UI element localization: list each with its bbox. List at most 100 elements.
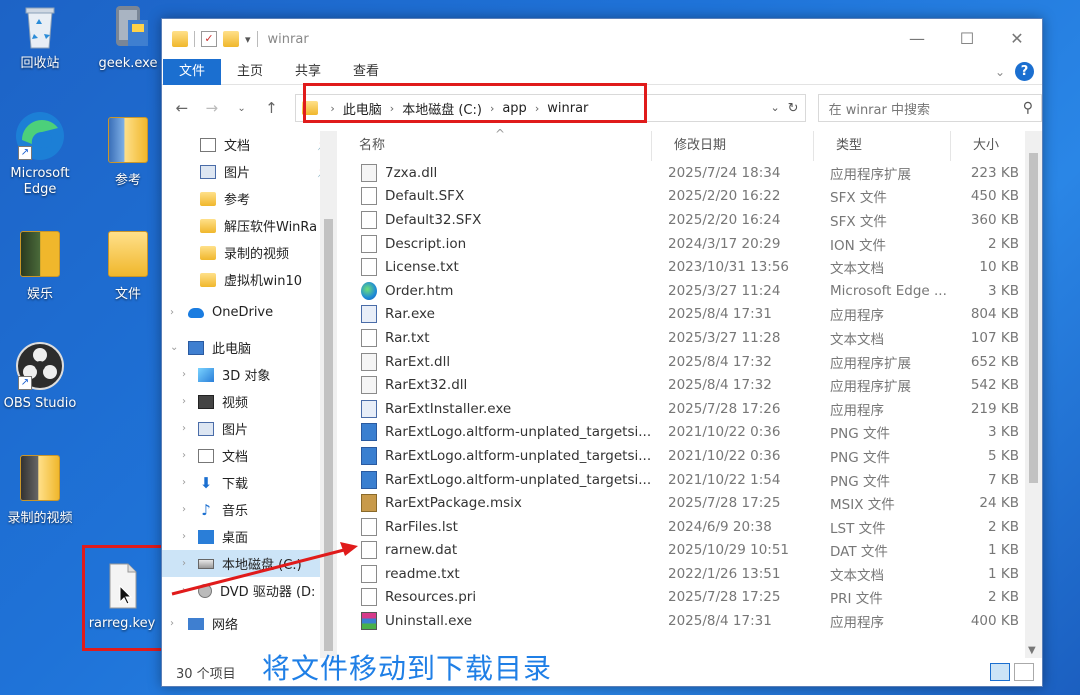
file-row[interactable]: RarExtPackage.msix 2025/7/28 17:25 MSIX 文件… [337, 491, 1042, 515]
breadcrumb-separator-icon[interactable]: › [326, 102, 338, 115]
file-row[interactable]: RarFiles.lst 2024/6/9 20:38 LST 文件 2 KB [337, 515, 1042, 539]
breadcrumb-separator-icon[interactable]: › [386, 102, 398, 115]
forward-button[interactable]: → [202, 99, 222, 117]
desktop-icon-edge[interactable]: ↗ Microsoft Edge [0, 110, 80, 198]
nav-item-music[interactable]: › ♪ 音乐 [162, 496, 337, 523]
tab-share[interactable]: 共享 [279, 59, 337, 85]
desktop-icon-recorded-videos[interactable]: 录制的视频 [0, 452, 80, 527]
desktop-icon-recycle-bin[interactable]: 回收站 [0, 0, 80, 72]
breadcrumb-winrar[interactable]: winrar [543, 101, 592, 116]
file-row[interactable]: RarExt.dll 2025/8/4 17:32 应用程序扩展 652 KB [337, 350, 1042, 374]
file-row[interactable]: Default.SFX 2025/2/20 16:22 SFX 文件 450 KB [337, 185, 1042, 209]
scrollbar-thumb[interactable] [324, 219, 333, 651]
back-button[interactable]: ← [172, 99, 192, 117]
file-row[interactable]: RarExtLogo.altform-unplated_targetsi... 2… [337, 468, 1042, 492]
nav-item-recorded-videos[interactable]: 录制的视频 [162, 239, 337, 266]
tab-home[interactable]: 主页 [221, 59, 279, 85]
geek-app-icon [102, 0, 154, 52]
file-row[interactable]: Rar.exe 2025/8/4 17:31 应用程序 804 KB [337, 303, 1042, 327]
nav-item-pictures-pc[interactable]: › 图片 [162, 415, 337, 442]
file-list-scrollbar[interactable]: ▼ [1025, 131, 1042, 658]
nav-item-downloads[interactable]: › ⬇ 下载 [162, 469, 337, 496]
nav-item-documents-pc[interactable]: › 文档 [162, 442, 337, 469]
nav-item-onedrive[interactable]: › OneDrive [162, 299, 337, 326]
nav-item-winrar-folder[interactable]: 解压软件WinRa [162, 212, 337, 239]
chevron-right-icon[interactable]: › [170, 307, 174, 318]
large-icons-view-button[interactable] [1014, 663, 1034, 681]
recent-locations-icon[interactable]: ⌄ [232, 103, 252, 114]
desktop-icon-yule[interactable]: 娱乐 [0, 228, 80, 303]
chevron-right-icon[interactable]: › [182, 396, 186, 407]
breadcrumb-separator-icon[interactable]: › [486, 102, 498, 115]
file-row[interactable]: Descript.ion 2024/3/17 20:29 ION 文件 2 KB [337, 232, 1042, 256]
nav-item-vm-win10[interactable]: 虚拟机win10 [162, 266, 337, 293]
desktop-icon-wenjian[interactable]: 文件 [88, 228, 168, 303]
column-header-type[interactable]: 类型 [814, 131, 951, 161]
nav-item-documents[interactable]: 文档 📌 [162, 131, 337, 158]
chevron-right-icon[interactable]: › [182, 531, 186, 542]
desktop-icon-cankao[interactable]: 参考 [88, 114, 168, 189]
desktop-icon-geek[interactable]: geek.exe [88, 0, 168, 72]
chevron-right-icon[interactable]: › [182, 369, 186, 380]
desktop-icon-obs[interactable]: ↗ OBS Studio [0, 340, 80, 412]
details-view-button[interactable] [990, 663, 1010, 681]
chevron-down-icon[interactable]: ▾ [245, 33, 251, 46]
file-row[interactable]: Uninstall.exe 2025/8/4 17:31 应用程序 400 KB [337, 609, 1042, 633]
chevron-right-icon[interactable]: › [170, 618, 174, 629]
chevron-right-icon[interactable]: › [182, 504, 186, 515]
nav-scrollbar[interactable] [320, 131, 337, 658]
new-folder-icon[interactable] [223, 31, 239, 47]
file-row[interactable]: RarExtLogo.altform-unplated_targetsi... 2… [337, 444, 1042, 468]
file-row[interactable]: License.txt 2023/10/31 13:56 文本文档 10 KB [337, 255, 1042, 279]
tab-view[interactable]: 查看 [337, 59, 395, 85]
expand-ribbon-icon[interactable]: ⌄ [995, 65, 1005, 79]
help-icon[interactable]: ? [1015, 62, 1034, 81]
nav-item-desktop[interactable]: › 桌面 [162, 523, 337, 550]
file-row[interactable]: 7zxa.dll 2025/7/24 18:34 应用程序扩展 223 KB [337, 161, 1042, 185]
search-input[interactable]: 在 winrar 中搜索 ⚲ [817, 94, 1042, 122]
desktop-icon-rarreg-key[interactable]: rarreg.key [82, 560, 162, 632]
file-date: 2025/3/27 11:24 [668, 282, 781, 299]
chevron-down-icon[interactable]: ⌄ [170, 342, 178, 353]
file-row[interactable]: Resources.pri 2025/7/28 17:25 PRI 文件 2 KB [337, 586, 1042, 610]
file-row[interactable]: Rar.txt 2025/3/27 11:28 文本文档 107 KB [337, 326, 1042, 350]
breadcrumb-app[interactable]: app [498, 101, 530, 116]
chevron-right-icon[interactable]: › [182, 423, 186, 434]
chevron-down-icon[interactable]: ⌄ [770, 101, 779, 116]
file-row[interactable]: RarExtLogo.altform-unplated_targetsi... 2… [337, 421, 1042, 445]
file-row[interactable]: rarnew.dat 2025/10/29 10:51 DAT 文件 1 KB [337, 539, 1042, 563]
nav-item-network[interactable]: › 网络 [162, 610, 337, 637]
chevron-right-icon[interactable]: › [182, 558, 186, 569]
column-header-date[interactable]: 修改日期 [652, 131, 814, 161]
minimize-button[interactable]: — [892, 19, 942, 59]
column-header-size[interactable]: 大小 [951, 131, 1031, 161]
nav-item-cankao[interactable]: 参考 [162, 185, 337, 212]
up-button[interactable]: ↑ [262, 99, 282, 117]
chevron-right-icon[interactable]: › [182, 585, 186, 596]
maximize-button[interactable]: ☐ [942, 19, 992, 59]
breadcrumb-separator-icon[interactable]: › [531, 102, 543, 115]
file-row[interactable]: Default32.SFX 2025/2/20 16:24 SFX 文件 360 KB [337, 208, 1042, 232]
properties-icon[interactable]: ✓ [201, 31, 217, 47]
breadcrumb-this-pc[interactable]: 此电脑 [339, 99, 386, 118]
scrollbar-thumb[interactable] [1029, 153, 1038, 483]
file-row[interactable]: RarExtInstaller.exe 2025/7/28 17:26 应用程序 21… [337, 397, 1042, 421]
nav-item-3d-objects[interactable]: › 3D 对象 [162, 361, 337, 388]
nav-item-dvd-drive[interactable]: › DVD 驱动器 (D: [162, 577, 337, 604]
breadcrumb-c-drive[interactable]: 本地磁盘 (C:) [398, 99, 486, 118]
file-row[interactable]: Order.htm 2025/3/27 11:24 Microsoft Edge .… [337, 279, 1042, 303]
tab-file[interactable]: 文件 [163, 58, 222, 85]
address-bar[interactable]: › 此电脑 › 本地磁盘 (C:) › app › winrar ⌄ ↻ [295, 94, 806, 122]
file-row[interactable]: RarExt32.dll 2025/8/4 17:32 应用程序扩展 542 KB [337, 373, 1042, 397]
close-button[interactable]: ✕ [992, 19, 1042, 59]
file-row[interactable]: readme.txt 2022/1/26 13:51 文本文档 1 KB [337, 562, 1042, 586]
refresh-icon[interactable]: ↻ [788, 101, 799, 116]
nav-item-c-drive[interactable]: › 本地磁盘 (C:) [162, 550, 337, 577]
chevron-right-icon[interactable]: › [182, 450, 186, 461]
drive-icon [198, 558, 214, 569]
scroll-down-icon[interactable]: ▼ [1028, 645, 1036, 656]
nav-item-videos[interactable]: › 视频 [162, 388, 337, 415]
nav-item-this-pc[interactable]: ⌄ 此电脑 [162, 334, 337, 361]
chevron-right-icon[interactable]: › [182, 477, 186, 488]
nav-item-pictures[interactable]: 图片 📌 [162, 158, 337, 185]
